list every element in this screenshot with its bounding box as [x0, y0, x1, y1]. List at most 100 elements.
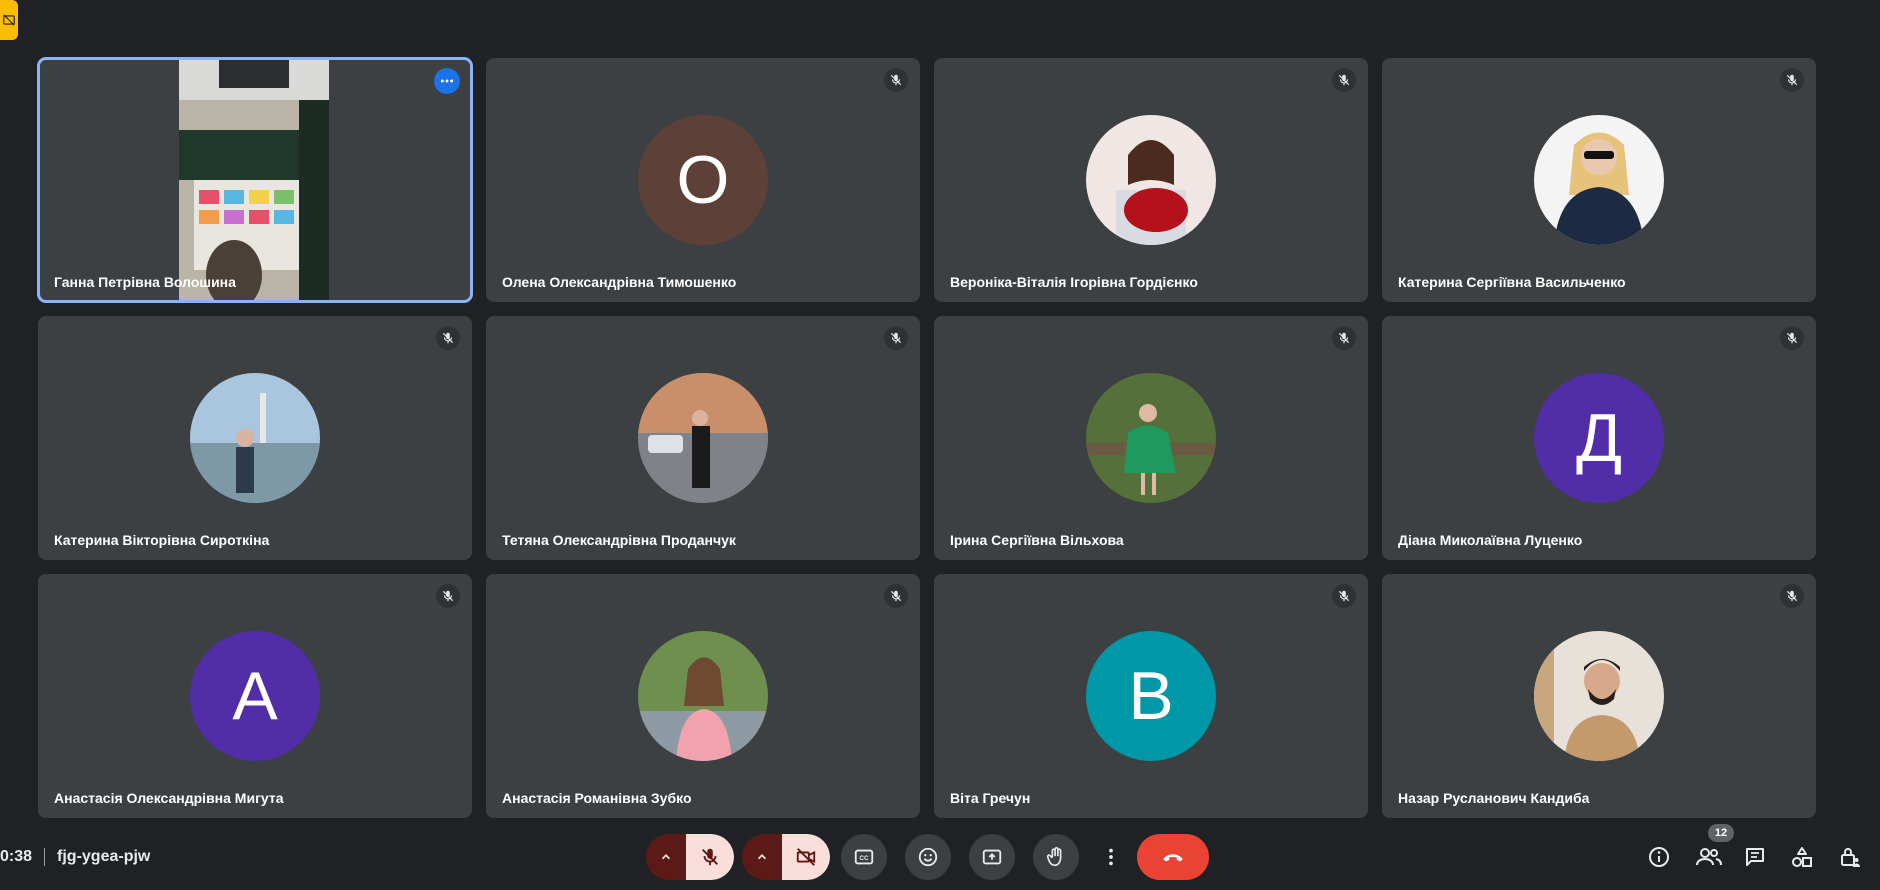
mic-off-icon [1786, 74, 1798, 86]
participant-name: Олена Олександрівна Тимошенко [502, 274, 737, 290]
chevron-up-icon [757, 854, 767, 860]
present-screen-button[interactable] [969, 834, 1015, 880]
meeting-info: 0:38 fjg-ygea-pjw [0, 845, 150, 869]
mic-muted-indicator [884, 584, 908, 608]
emoji-reaction-button[interactable] [905, 834, 951, 880]
participant-name: Діана Миколаївна Луценко [1398, 532, 1583, 548]
mic-muted-indicator [884, 326, 908, 350]
participant-tile[interactable]: B Віта Гречун [934, 574, 1368, 818]
participant-tile[interactable]: Анастасія Романівна Зубко [486, 574, 920, 818]
avatar-photo [1534, 631, 1664, 761]
mic-off-icon [890, 332, 902, 344]
participant-name: Ганна Петрівна Волошина [54, 274, 236, 290]
leave-call-button[interactable] [1137, 834, 1209, 880]
mic-muted-indicator [1332, 584, 1356, 608]
participant-tile[interactable]: A Анастасія Олександрівна Мигута [38, 574, 472, 818]
avatar-photo [190, 373, 320, 503]
mic-off-icon [702, 848, 718, 866]
participant-tile[interactable]: Катерина Вікторівна Сироткіна [38, 316, 472, 560]
participant-name: Ірина Сергіївна Вільхова [950, 532, 1124, 548]
mic-muted-indicator [1332, 68, 1356, 92]
more-options-button[interactable] [1097, 834, 1125, 880]
camera-toggle-button[interactable] [782, 834, 830, 880]
mic-muted-indicator [1780, 326, 1804, 350]
mic-off-icon [442, 332, 454, 344]
divider [44, 848, 46, 866]
lock-person-icon[interactable] [1838, 845, 1862, 869]
recording-off-badge [0, 0, 18, 40]
avatar: B [1086, 631, 1216, 761]
chevron-up-icon [661, 854, 671, 860]
participant-name: Тетяна Олександрівна Проданчук [502, 532, 736, 548]
avatar-initial: O [676, 142, 730, 218]
mic-off-icon [890, 74, 902, 86]
participant-tile[interactable]: Назар Русланович Кандиба [1382, 574, 1816, 818]
more-horiz-icon [440, 79, 454, 83]
participant-name: Катерина Вікторівна Сироткіна [54, 532, 270, 548]
avatar-photo [1086, 115, 1216, 245]
avatar-initial: A [232, 658, 278, 734]
participant-tile[interactable]: Ірина Сергіївна Вільхова [934, 316, 1368, 560]
mic-toggle-button[interactable] [686, 834, 734, 880]
closed-caption-icon: CC [854, 849, 874, 865]
video-settings-button[interactable] [742, 834, 782, 880]
meeting-time: 0:38 [0, 848, 33, 865]
call-end-icon [1163, 854, 1183, 862]
participant-video [179, 60, 329, 300]
people-icon[interactable] [1695, 845, 1723, 869]
participant-tile[interactable]: Тетяна Олександрівна Проданчук [486, 316, 920, 560]
emoji-icon [918, 847, 938, 867]
more-options-button[interactable] [434, 68, 460, 94]
mic-off-icon [890, 590, 902, 602]
participant-name: Катерина Сергіївна Васильченко [1398, 274, 1626, 290]
avatar-initial: Д [1575, 400, 1623, 476]
participant-name: Назар Русланович Кандиба [1398, 790, 1590, 806]
info-icon[interactable] [1647, 845, 1671, 869]
avatar-initial: B [1128, 658, 1174, 734]
svg-text:CC: CC [859, 855, 869, 862]
mic-control-group [646, 834, 734, 880]
avatar: O [638, 115, 768, 245]
avatar-photo [1086, 373, 1216, 503]
mic-off-icon [442, 590, 454, 602]
meeting-code[interactable]: fjg-ygea-pjw [57, 848, 150, 866]
participant-name: Анастасія Олександрівна Мигута [54, 790, 284, 806]
mic-muted-indicator [436, 584, 460, 608]
mic-off-icon [1338, 74, 1350, 86]
mic-muted-indicator [436, 326, 460, 350]
participant-tile[interactable]: O Олена Олександрівна Тимошенко [486, 58, 920, 302]
mic-muted-indicator [1332, 326, 1356, 350]
mic-muted-indicator [884, 68, 908, 92]
participant-tile[interactable]: Ганна Петрівна Волошина [37, 57, 473, 303]
mic-muted-indicator [1780, 584, 1804, 608]
raise-hand-button[interactable] [1033, 834, 1079, 880]
mic-off-icon [1338, 332, 1350, 344]
more-vert-icon [1109, 848, 1113, 866]
participant-tile[interactable]: Д Діана Миколаївна Луценко [1382, 316, 1816, 560]
participant-grid: Ганна Петрівна Волошина O Олена Олександ… [37, 57, 1818, 818]
participant-name: Віта Гречун [950, 790, 1031, 806]
mic-off-icon [1786, 590, 1798, 602]
participant-name: Вероніка-Віталія Ігорівна Гордієнко [950, 274, 1198, 290]
participant-tile[interactable]: Вероніка-Віталія Ігорівна Гордієнко [934, 58, 1368, 302]
no-caption-icon [3, 14, 15, 26]
audio-settings-button[interactable] [646, 834, 686, 880]
avatar-photo [1534, 115, 1664, 245]
avatar: Д [1534, 373, 1664, 503]
chat-icon[interactable] [1743, 845, 1767, 869]
raise-hand-icon [1046, 847, 1062, 867]
activities-icon[interactable] [1790, 845, 1814, 869]
captions-button[interactable]: CC [841, 834, 887, 880]
avatar-photo [638, 373, 768, 503]
avatar-photo [638, 631, 768, 761]
participant-name: Анастасія Романівна Зубко [502, 790, 692, 806]
camera-control-group [742, 834, 830, 880]
avatar: A [190, 631, 320, 761]
videocam-off-icon [796, 848, 816, 866]
people-count-badge: 12 [1708, 824, 1734, 842]
mic-muted-indicator [1780, 68, 1804, 92]
mic-off-icon [1338, 590, 1350, 602]
mic-off-icon [1786, 332, 1798, 344]
participant-tile[interactable]: Катерина Сергіївна Васильченко [1382, 58, 1816, 302]
present-screen-icon [982, 849, 1002, 865]
